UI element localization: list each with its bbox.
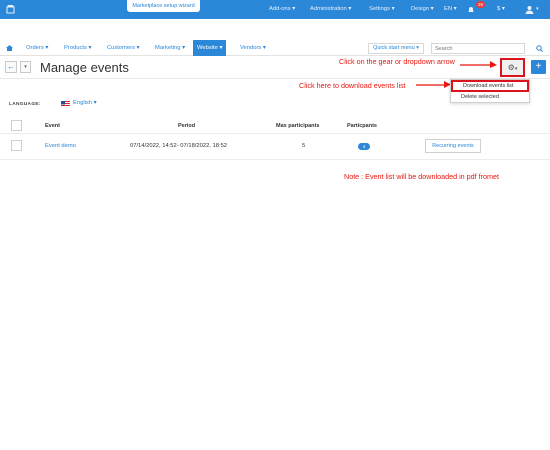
search-input[interactable]: [431, 43, 525, 54]
nav-website[interactable]: Website ▾: [193, 40, 227, 56]
add-event-button[interactable]: +: [531, 60, 546, 74]
event-period: 07/14/2022, 14:52- 07/18/2022, 18:52: [130, 143, 228, 149]
table-header-divider: [0, 133, 550, 134]
chevron-down-icon: ▾: [24, 64, 27, 70]
annotation-download-hint: Click here to download events list: [299, 81, 406, 90]
page-title: Manage events: [40, 60, 129, 75]
menu-administration[interactable]: Administration ▾: [310, 0, 351, 19]
table-row-divider: [0, 159, 550, 160]
column-header-period[interactable]: Period: [178, 123, 195, 129]
select-all-checkbox[interactable]: [11, 120, 22, 131]
column-header-participants[interactable]: Particpants: [347, 123, 377, 129]
menu-settings[interactable]: Settings ▾: [369, 0, 394, 19]
row-checkbox[interactable]: [11, 140, 22, 151]
nav-orders[interactable]: Orders ▾: [26, 40, 48, 56]
notification-badge: 26: [476, 1, 486, 8]
nav-customers[interactable]: Customers ▾: [107, 40, 140, 56]
nav-vendors[interactable]: Vendors ▾: [240, 40, 266, 56]
menu-language[interactable]: EN ▾: [444, 0, 457, 19]
column-header-max-participants[interactable]: Max participants: [276, 123, 319, 129]
back-dropdown-button[interactable]: ▾: [20, 61, 31, 73]
search-button[interactable]: [532, 43, 546, 54]
admin-topbar: Marketplace setup wizard Add-ons ▾ Admin…: [0, 0, 550, 19]
chevron-down-icon: ▾: [514, 66, 518, 72]
annotation-gear-hint: Click on the gear or dropdown arrow: [339, 57, 455, 66]
actions-dropdown-menu: Download events list Delete selected: [450, 79, 530, 103]
user-caret-icon[interactable]: ▾: [536, 0, 539, 19]
recurring-events-button[interactable]: Recurring events: [425, 139, 481, 153]
menu-addons[interactable]: Add-ons ▾: [269, 0, 295, 19]
user-icon[interactable]: [525, 5, 534, 14]
annotation-arrow-right: [416, 81, 451, 88]
menu-currency[interactable]: $ ▾: [497, 0, 505, 19]
us-flag-icon: [61, 101, 70, 107]
settings-gear-button[interactable]: ⚙▾: [500, 58, 525, 77]
nav-products[interactable]: Products ▾: [64, 40, 91, 56]
gear-icon: ⚙: [507, 63, 515, 72]
column-header-event[interactable]: Event: [45, 123, 60, 129]
back-button[interactable]: ←: [5, 61, 17, 73]
menu-item-delete-selected[interactable]: Delete selected: [451, 92, 529, 103]
participants-count-badge[interactable]: 4: [358, 143, 370, 150]
store-icon[interactable]: [6, 4, 15, 14]
menu-item-download-events-list[interactable]: Download events list: [451, 80, 529, 92]
event-name-link[interactable]: Event demo: [45, 143, 76, 149]
language-select[interactable]: English ▾: [73, 100, 97, 106]
annotation-note: Note : Event list will be downloaded in …: [344, 172, 500, 181]
home-icon[interactable]: [6, 45, 13, 51]
marketplace-wizard-link[interactable]: Marketplace setup wizard: [127, 0, 200, 12]
menu-design[interactable]: Design ▾: [411, 0, 434, 19]
nav-marketing[interactable]: Marketing ▾: [155, 40, 185, 56]
event-max-participants: 5: [302, 143, 306, 149]
language-label: LANGUAGE:: [9, 102, 41, 107]
quick-start-menu-button[interactable]: Quick start menu ▾: [368, 43, 424, 54]
annotation-arrow-right: [460, 61, 497, 68]
bell-icon[interactable]: [467, 6, 475, 14]
search-icon: [535, 45, 543, 52]
